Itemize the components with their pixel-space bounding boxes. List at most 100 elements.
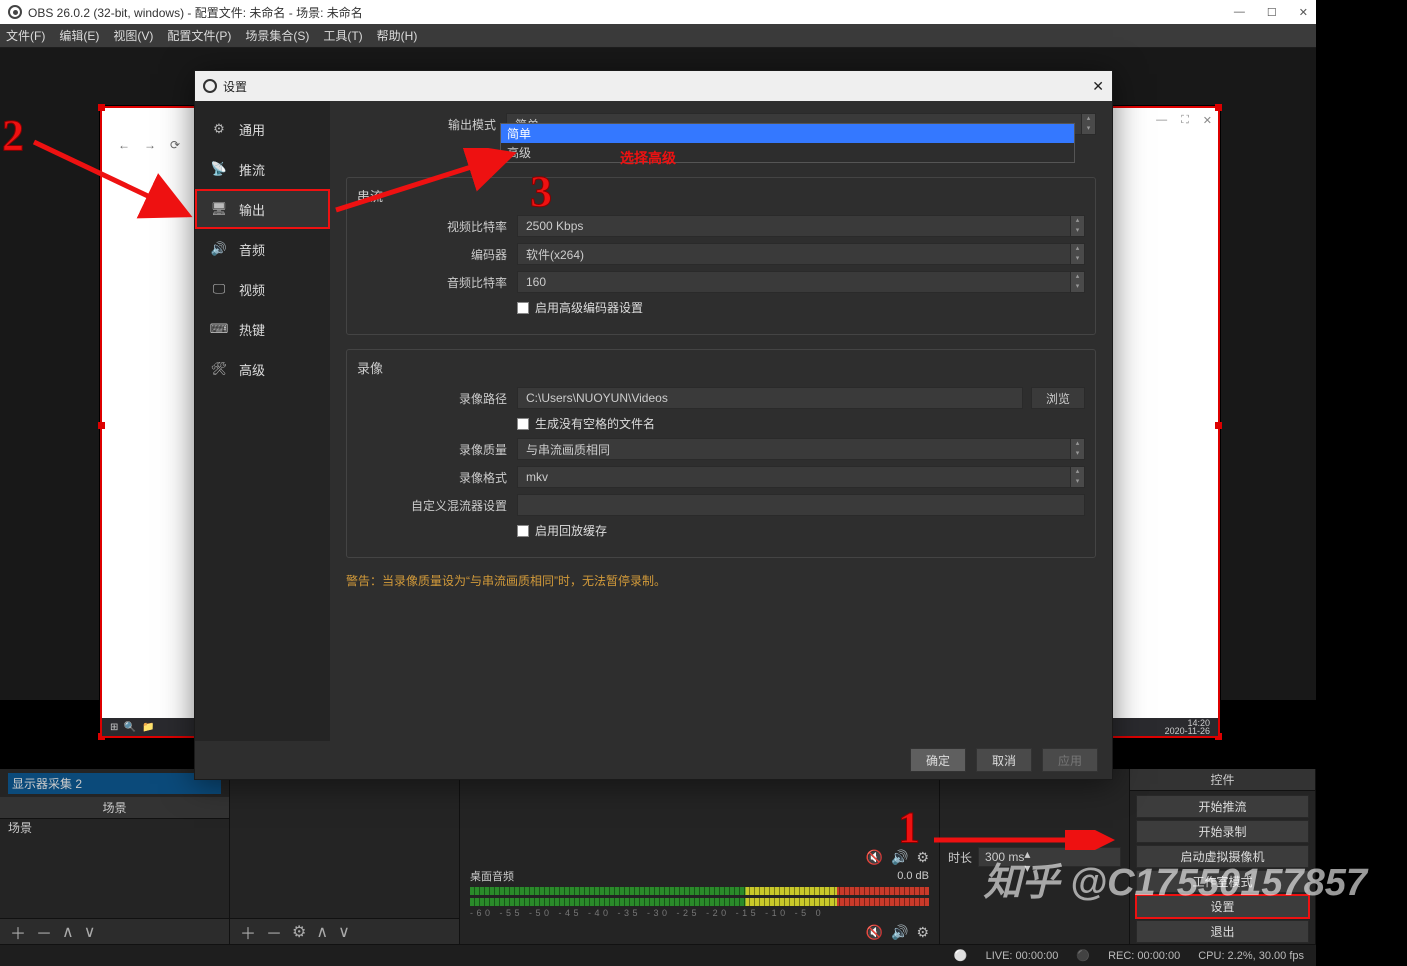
studio-mode-button[interactable]: 工作室模式 xyxy=(1136,870,1309,893)
source-down-button[interactable]: ∨ xyxy=(338,922,350,942)
dialog-title: 设置 xyxy=(223,78,247,95)
status-bar: ⚪ LIVE: 00:00:00 ⚫ REC: 00:00:00 CPU: 2.… xyxy=(0,944,1316,966)
scene-down-button[interactable]: ∨ xyxy=(84,922,96,942)
sidebar-item-output[interactable]: 🖥输出 xyxy=(195,189,330,229)
gear-icon[interactable]: ⚙ xyxy=(916,849,929,866)
gear-icon[interactable]: ⚙ xyxy=(916,924,929,941)
start-recording-button[interactable]: 开始录制 xyxy=(1136,820,1309,843)
recording-group: 录像 录像路径 C:\Users\NUOYUN\Videos 浏览 生成没有空格… xyxy=(346,349,1096,558)
menu-file[interactable]: 文件(F) xyxy=(6,27,45,44)
window-title-bar: OBS 26.0.2 (32-bit, windows) - 配置文件: 未命名… xyxy=(0,0,1316,24)
menu-tools[interactable]: 工具(T) xyxy=(323,27,362,44)
speaker-icon[interactable]: 🔊 xyxy=(891,924,908,941)
menu-bar: 文件(F) 编辑(E) 视图(V) 配置文件(P) 场景集合(S) 工具(T) … xyxy=(0,24,1316,48)
source-up-button[interactable]: ∧ xyxy=(316,922,328,942)
recording-quality-select[interactable]: 与串流画质相同▴▾ xyxy=(517,438,1085,460)
obs-logo-icon xyxy=(8,5,22,19)
no-space-filename-checkbox[interactable]: 生成没有空格的文件名 xyxy=(517,415,655,432)
status-cpu: CPU: 2.2%, 30.00 fps xyxy=(1198,950,1304,962)
status-rec: REC: 00:00:00 xyxy=(1108,950,1180,962)
menu-profile[interactable]: 配置文件(P) xyxy=(167,27,231,44)
menu-view[interactable]: 视图(V) xyxy=(113,27,153,44)
output-mode-label: 输出模式 xyxy=(346,116,506,133)
minimize-button[interactable]: ― xyxy=(1234,6,1245,19)
sidebar-item-general[interactable]: ⚙通用 xyxy=(195,109,330,149)
arrow-2-icon xyxy=(28,130,198,230)
audio-bitrate-select[interactable]: 160▴▾ xyxy=(517,271,1085,293)
dropdown-option-advanced[interactable]: 高级 xyxy=(501,143,1074,162)
dialog-title-bar: 设置 ✕ xyxy=(195,71,1112,101)
dropdown-option-simple[interactable]: 简单 xyxy=(501,124,1074,143)
ok-button[interactable]: 确定 xyxy=(910,748,966,772)
obs-logo-icon xyxy=(203,79,217,93)
sources-panel: 显示器采集 2 场景 场景 ＋ － ∧ ∨ xyxy=(0,769,230,944)
scene-up-button[interactable]: ∧ xyxy=(62,922,74,942)
speaker-icon[interactable]: 🔊 xyxy=(891,849,908,866)
recording-format-select[interactable]: mkv▴▾ xyxy=(517,466,1085,488)
cancel-button[interactable]: 取消 xyxy=(976,748,1032,772)
sidebar-item-audio[interactable]: 🔊音频 xyxy=(195,229,330,269)
transitions-panel: 时长 300 ms▴▾ xyxy=(940,769,1130,944)
output-mode-dropdown: 简单 高级 xyxy=(500,123,1075,163)
sidebar-item-stream[interactable]: 📡推流 xyxy=(195,149,330,189)
settings-button[interactable]: 设置 xyxy=(1136,895,1309,918)
maximize-button[interactable]: ☐ xyxy=(1267,6,1277,19)
mute-icon[interactable]: 🔇 xyxy=(866,849,883,866)
remove-source-button[interactable]: － xyxy=(266,920,282,944)
gear-icon: ⚙ xyxy=(209,119,229,139)
window-controls: ― ☐ ✕ xyxy=(1234,6,1308,19)
encoder-select[interactable]: 软件(x264)▴▾ xyxy=(517,243,1085,265)
sidebar-item-hotkeys[interactable]: ⌨热键 xyxy=(195,309,330,349)
speaker-icon: 🔊 xyxy=(209,239,229,259)
keyboard-icon: ⌨ xyxy=(209,319,229,339)
menu-edit[interactable]: 编辑(E) xyxy=(59,27,99,44)
enable-replay-buffer-checkbox[interactable]: 启用回放缓存 xyxy=(517,522,607,539)
sidebar-item-video[interactable]: 🖵视频 xyxy=(195,269,330,309)
source-item[interactable]: 显示器采集 2 xyxy=(8,773,221,794)
dialog-close-button[interactable]: ✕ xyxy=(1092,78,1104,95)
video-bitrate-input[interactable]: 2500 Kbps▴▾ xyxy=(517,215,1085,237)
enable-advanced-encoder-checkbox[interactable]: 启用高级编码器设置 xyxy=(517,299,643,316)
annotation-pick-advanced: 选择高级 xyxy=(620,148,676,168)
close-button[interactable]: ✕ xyxy=(1299,6,1308,19)
sidebar-item-advanced[interactable]: 🛠高级 xyxy=(195,349,330,389)
status-live: LIVE: 00:00:00 xyxy=(986,950,1059,962)
add-scene-button[interactable]: ＋ xyxy=(10,920,26,944)
bottom-dock: 显示器采集 2 场景 场景 ＋ － ∧ ∨ ＋ － ⚙ ∧ ∨ 🔇 🔊 ⚙ xyxy=(0,769,1316,966)
mixer-panel: 🔇🔊⚙ 桌面音频0.0 dB -60 -55 -50 -45 -40 -35 -… xyxy=(460,769,940,944)
mixer-desktop-label: 桌面音频 xyxy=(470,868,514,884)
start-virtualcam-button[interactable]: 启动虚拟摄像机 xyxy=(1136,845,1309,868)
remove-scene-button[interactable]: － xyxy=(36,920,52,944)
sources-panel-2: ＋ － ⚙ ∧ ∨ xyxy=(230,769,460,944)
window-title: OBS 26.0.2 (32-bit, windows) - 配置文件: 未命名… xyxy=(28,4,363,21)
sources-toolbar: ＋ － ⚙ ∧ ∨ xyxy=(230,918,459,944)
menu-scene-collection[interactable]: 场景集合(S) xyxy=(245,27,309,44)
recording-path-input[interactable]: C:\Users\NUOYUN\Videos xyxy=(517,387,1023,409)
start-streaming-button[interactable]: 开始推流 xyxy=(1136,795,1309,818)
mixer-db: 0.0 dB xyxy=(897,870,929,882)
wrench-icon: 🛠 xyxy=(209,359,229,379)
antenna-icon: 📡 xyxy=(209,159,229,179)
audio-meter xyxy=(470,898,929,906)
controls-header: 控件 xyxy=(1130,769,1315,791)
arrow-3-icon xyxy=(332,148,522,218)
menu-help[interactable]: 帮助(H) xyxy=(377,27,418,44)
monitor-icon: 🖵 xyxy=(209,279,229,299)
monitor-out-icon: 🖥 xyxy=(209,199,229,219)
mute-icon[interactable]: 🔇 xyxy=(866,924,883,941)
audio-meter xyxy=(470,887,929,895)
source-props-button[interactable]: ⚙ xyxy=(292,922,306,942)
arrow-1-icon xyxy=(930,830,1120,850)
scene-item[interactable]: 场景 xyxy=(8,819,32,836)
exit-button[interactable]: 退出 xyxy=(1136,920,1309,943)
settings-sidebar: ⚙通用 📡推流 🖥输出 🔊音频 🖵视频 ⌨热键 🛠高级 xyxy=(195,101,330,741)
scenes-toolbar: ＋ － ∧ ∨ xyxy=(0,918,229,944)
browse-button[interactable]: 浏览 xyxy=(1031,387,1085,409)
scenes-header: 场景 xyxy=(0,797,229,819)
add-source-button[interactable]: ＋ xyxy=(240,920,256,944)
transition-duration-label: 时长 xyxy=(948,849,972,866)
dialog-footer: 确定 取消 应用 xyxy=(195,741,1112,779)
transition-duration-input[interactable]: 300 ms▴▾ xyxy=(978,847,1121,867)
muxer-settings-input[interactable] xyxy=(517,494,1085,516)
apply-button[interactable]: 应用 xyxy=(1042,748,1098,772)
